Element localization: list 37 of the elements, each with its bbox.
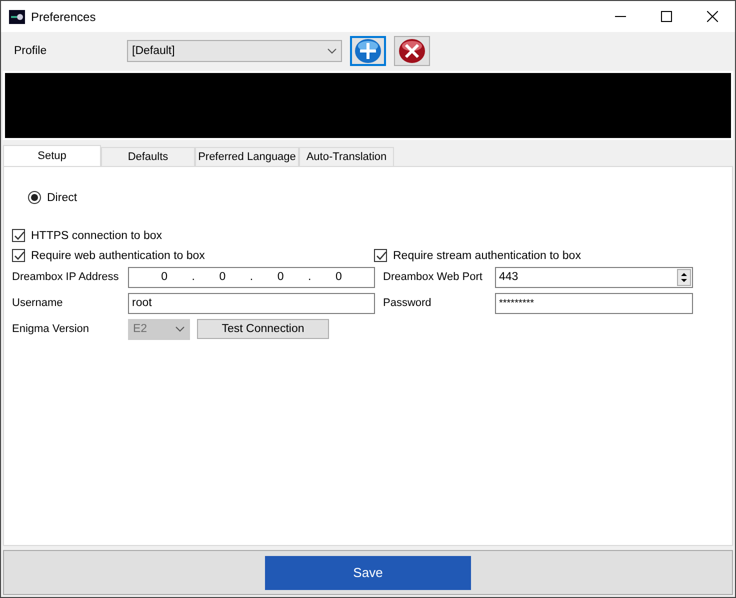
profile-dropdown[interactable]: [Default] (127, 40, 342, 62)
delete-icon (398, 38, 426, 64)
tab[interactable]: Setup (3, 145, 101, 166)
tab[interactable]: Preferred Language (195, 147, 299, 166)
field-label: Enigma Version (11, 323, 90, 335)
radio-button[interactable] (28, 191, 41, 204)
ip-address-field[interactable]: 0 . 0 . 0 . 0 (128, 266, 375, 288)
test-connection-button[interactable]: Test Connection (197, 319, 329, 339)
app-icon (9, 10, 25, 24)
profile-label: Profile (14, 45, 48, 57)
spinner-arrows-icon[interactable] (677, 268, 691, 286)
save-button[interactable]: Save (265, 556, 471, 590)
add-button[interactable] (350, 36, 386, 66)
maximize-icon[interactable] (660, 11, 672, 22)
radio-label: Direct (47, 192, 78, 204)
plus-icon (354, 38, 382, 64)
checkbox-label: HTTPS connection to box (31, 230, 162, 242)
port-spinner[interactable]: 443 (495, 266, 693, 288)
checkbox-label: Require web authentication to box (31, 250, 205, 262)
username-field[interactable]: root (128, 292, 375, 314)
close-icon[interactable] (706, 11, 718, 22)
window-title: Preferences (31, 10, 96, 24)
tab[interactable]: Auto-Translation (299, 147, 394, 166)
field-label: Dreambox IP Address (11, 271, 120, 283)
chevron-icon (175, 326, 185, 332)
field-label: Password (382, 297, 432, 309)
checkbox[interactable] (374, 249, 387, 262)
delete-button[interactable] (394, 36, 430, 66)
field-label: Username (11, 297, 64, 309)
tab[interactable]: Defaults (101, 147, 195, 166)
field-label: Dreambox Web Port (382, 271, 484, 283)
checkbox[interactable] (12, 229, 25, 242)
minimize-icon[interactable] (614, 16, 626, 17)
password-field[interactable]: ********* (495, 292, 693, 314)
chevron-icon (327, 48, 337, 54)
checkbox-label: Require stream authentication to box (393, 250, 581, 262)
checkbox[interactable] (12, 249, 25, 262)
